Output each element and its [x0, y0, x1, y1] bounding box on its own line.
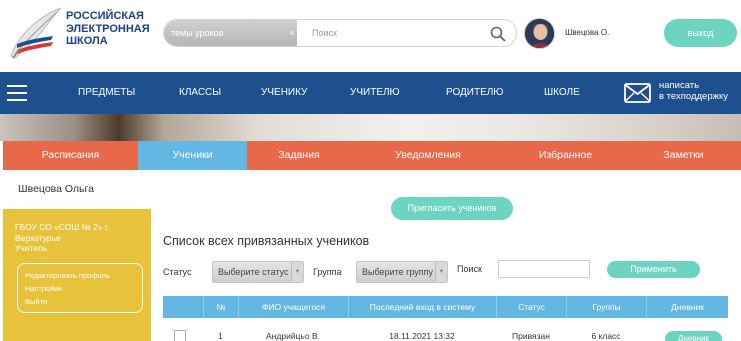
row-number: 1 — [218, 331, 223, 341]
logo-line: ШКОЛА — [66, 35, 108, 47]
logo-text[interactable]: РОССИЙСКАЯ ЭЛЕКТРОННАЯ ШКОЛА — [66, 10, 161, 48]
column-header-name[interactable]: ФИО учащегося — [238, 296, 348, 318]
row-status: Привязан — [512, 331, 550, 341]
diary-button[interactable]: Дневник — [665, 331, 722, 341]
column-header-status[interactable]: Статус — [496, 296, 566, 318]
invite-students-button[interactable]: Пригласить учеников — [391, 197, 513, 220]
nav-item-student[interactable]: УЧЕНИКУ — [261, 72, 307, 114]
logo-line: РОССИЙСКАЯ — [66, 10, 144, 22]
page: РОССИЙСКАЯ ЭЛЕКТРОННАЯ ШКОЛА темы уроков… — [0, 0, 741, 341]
section-tabs: Расписания Ученики Задания Уведомления И… — [3, 141, 741, 170]
logo-line: ЭЛЕКТРОННАЯ — [66, 22, 150, 35]
envelope-icon[interactable] — [624, 83, 651, 108]
chevron-down-icon: ▼ — [291, 262, 303, 282]
hamburger-icon[interactable] — [7, 85, 27, 101]
search-icon[interactable] — [490, 26, 506, 42]
school-name: ГБОУ СО «СОШ № 2» г. Верхотурье — [15, 222, 110, 243]
topics-select[interactable]: темы уроков — [164, 20, 297, 46]
tab-students[interactable]: Ученики — [138, 141, 247, 170]
column-header-last-login[interactable]: Последний вход в систему — [348, 296, 496, 318]
nav-item-teacher[interactable]: УЧИТЕЛЮ — [350, 72, 400, 114]
logout-link[interactable]: Выйти — [25, 295, 135, 308]
support-line: в техподдержку — [659, 91, 728, 102]
chevron-down-icon: ▼ — [435, 262, 447, 282]
header: РОССИЙСКАЯ ЭЛЕКТРОННАЯ ШКОЛА темы уроков… — [0, 0, 741, 72]
row-groups: 6 класс — [591, 331, 621, 341]
group-select[interactable]: Выберите группу ▼ — [356, 261, 448, 283]
nav-item-subjects[interactable]: ПРЕДМЕТЫ — [78, 72, 135, 114]
nav-item-classes[interactable]: КЛАССЫ — [179, 72, 221, 114]
column-header-number[interactable]: № — [203, 296, 238, 318]
column-header-diary[interactable]: Дневник — [646, 296, 728, 318]
main-nav: ПРЕДМЕТЫ КЛАССЫ УЧЕНИКУ УЧИТЕЛЮ РОДИТЕЛЮ… — [0, 72, 741, 114]
support-line: написать — [659, 80, 700, 91]
tab-schedules[interactable]: Расписания — [3, 141, 138, 170]
group-label: Группа — [313, 267, 342, 277]
search-input[interactable] — [312, 20, 482, 46]
row-checkbox[interactable] — [174, 330, 186, 341]
row-last-login: 18.11.2021 13:32 — [389, 331, 455, 341]
apply-button[interactable]: Применить — [607, 261, 700, 278]
settings-link[interactable]: Настройки — [25, 282, 135, 295]
table-header: № ФИО учащегося Последний вход в систему… — [163, 296, 728, 318]
row-student-name[interactable]: Андрийцьо В. — [238, 331, 348, 341]
tab-favorites[interactable]: Избранное — [505, 141, 626, 170]
page-title: Список всех привязанных учеников — [163, 234, 370, 248]
school-info: ГБОУ СО «СОШ № 2» г. Верхотурье Учитель — [15, 222, 145, 254]
tab-notifications[interactable]: Уведомления — [351, 141, 505, 170]
search-label: Поиск — [457, 264, 482, 274]
column-header-groups[interactable]: Группы — [566, 296, 646, 318]
search-box: темы уроков × — [163, 19, 517, 47]
edit-profile-link[interactable]: Редактировать профиль — [25, 269, 135, 282]
status-label: Статус — [163, 267, 192, 277]
student-search-input[interactable] — [498, 260, 590, 278]
profile-menu: Редактировать профиль Настройки Выйти — [17, 263, 143, 313]
tab-tasks[interactable]: Задания — [247, 141, 351, 170]
logout-button[interactable]: выход — [664, 19, 737, 47]
group-select-value: Выберите группу — [362, 267, 434, 277]
tab-notes[interactable]: Заметки — [626, 141, 741, 170]
profile-role: Учитель — [15, 243, 48, 253]
column-header-checkbox — [163, 296, 203, 318]
banner-image — [0, 114, 741, 141]
nav-item-parent[interactable]: РОДИТЕЛЮ — [446, 72, 503, 114]
nav-item-school[interactable]: ШКОЛЕ — [544, 72, 580, 114]
profile-name: Швецова Ольга — [18, 183, 94, 195]
status-select[interactable]: Выберите статус ▼ — [212, 261, 304, 283]
avatar[interactable] — [524, 18, 555, 49]
quill-icon[interactable] — [5, 4, 63, 67]
support-link[interactable]: написать в техподдержку — [659, 80, 728, 102]
clear-icon[interactable]: × — [289, 20, 294, 46]
user-name[interactable]: Швецова О. — [565, 28, 609, 37]
status-select-value: Выберите статус — [218, 267, 289, 277]
